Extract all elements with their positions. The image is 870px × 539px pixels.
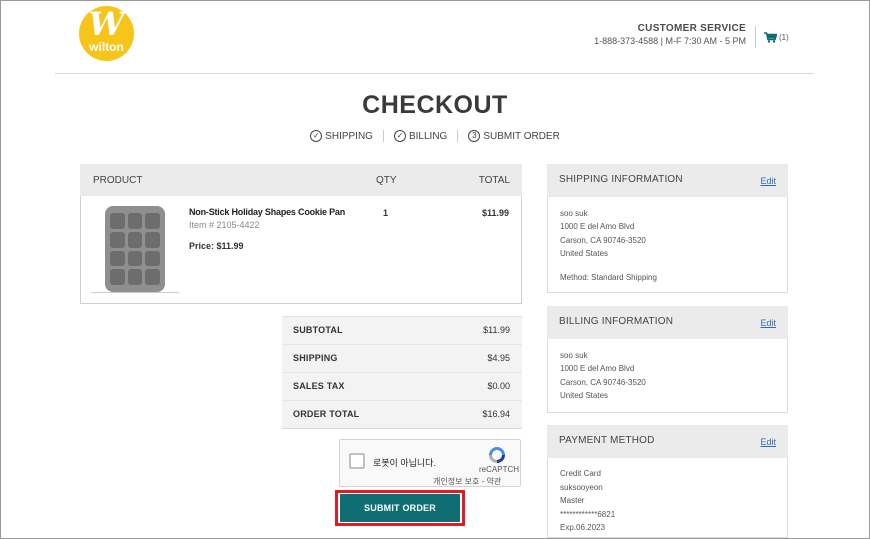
checkout-steps: ✓ SHIPPING ✓ BILLING 3 SUBMIT ORDER (0, 130, 870, 142)
product-table-header: PRODUCT QTY TOTAL (80, 164, 522, 196)
logo-letter: W (88, 6, 125, 43)
product-item-number: Item # 2105-4422 (189, 220, 260, 230)
summary-value: $4.95 (487, 353, 510, 363)
address-line: United States (560, 249, 609, 258)
customer-service-phone: 1-888-373-4588 | M-F 7:30 AM - 5 PM (594, 36, 746, 46)
shipping-edit-link[interactable]: Edit (760, 176, 776, 186)
payment-line: suksooyeon (560, 483, 603, 492)
summary-row-subtotal: SUBTOTAL $11.99 (282, 317, 522, 345)
payment-line: Master (560, 496, 585, 505)
cart-link[interactable]: (1) (764, 32, 789, 43)
address-line: Carson, CA 90746-3520 (560, 236, 646, 245)
recaptcha-checkbox[interactable] (349, 453, 365, 469)
summary-label: SUBTOTAL (293, 325, 343, 335)
shipping-info-title: SHIPPING INFORMATION (559, 174, 683, 185)
product-total: $11.99 (481, 208, 509, 218)
shipping-info-body: soo suk 1000 E del Amo Blvd Carson, CA 9… (547, 197, 788, 293)
product-row: Non-Stick Holiday Shapes Cookie Pan Item… (80, 196, 522, 304)
header-rule (55, 73, 814, 74)
payment-edit-link[interactable]: Edit (760, 437, 776, 447)
cart-icon (764, 32, 777, 43)
summary-value: $16.94 (482, 409, 510, 419)
address-line: soo suk (560, 351, 588, 360)
step-label: BILLING (408, 130, 448, 142)
recaptcha-icon (489, 447, 505, 463)
address-line: United States (560, 391, 609, 400)
address-line: 1000 E del Amo Blvd (560, 364, 635, 373)
product-name[interactable]: Non-Stick Holiday Shapes Cookie Pan (189, 207, 345, 217)
payment-line: ************6821 (560, 510, 616, 519)
check-circle-icon: ✓ (310, 130, 323, 142)
payment-method-header: PAYMENT METHOD Edit (547, 425, 788, 458)
step-shipping[interactable]: ✓ SHIPPING (300, 130, 383, 142)
summary-label: SALES TAX (293, 381, 345, 391)
summary-label: ORDER TOTAL (293, 409, 360, 419)
product-qty: 1 (383, 208, 389, 218)
shipping-method: Method: Standard Shipping (560, 273, 657, 282)
summary-value: $0.00 (487, 381, 510, 391)
page-title: CHECKOUT (362, 91, 508, 119)
shipping-info-header: SHIPPING INFORMATION Edit (547, 164, 788, 197)
order-summary: SUBTOTAL $11.99 SHIPPING $4.95 SALES TAX… (282, 316, 522, 429)
cart-count: (1) (779, 33, 789, 42)
billing-info-body: soo suk 1000 E del Amo Blvd Carson, CA 9… (547, 339, 788, 413)
image-underline (91, 292, 179, 293)
customer-service: CUSTOMER SERVICE 1-888-373-4588 | M-F 7:… (594, 23, 746, 47)
step-label: SUBMIT ORDER (483, 130, 560, 142)
step-number-icon: 3 (468, 130, 481, 142)
summary-row-sales-tax: SALES TAX $0.00 (282, 373, 522, 401)
recaptcha-widget: 로봇이 아닙니다. reCAPTCH 개인정보 보호 - 약관 (339, 439, 521, 487)
column-qty: QTY (376, 175, 397, 186)
summary-label: SHIPPING (293, 353, 338, 363)
step-billing[interactable]: ✓ BILLING (382, 130, 457, 142)
summary-value: $11.99 (483, 325, 510, 335)
payment-line: Credit Card (560, 469, 601, 478)
billing-edit-link[interactable]: Edit (760, 318, 776, 328)
product-price: Price: $11.99 (189, 241, 244, 251)
payment-method-body: Credit Card suksooyeon Master **********… (547, 458, 788, 538)
payment-line: Exp.06.2023 (560, 523, 605, 532)
recaptcha-privacy-link[interactable]: 개인정보 보호 - 약관 (433, 476, 501, 487)
step-label: SHIPPING (325, 130, 373, 142)
step-submit-order: 3 SUBMIT ORDER (457, 130, 570, 142)
recaptcha-label: 로봇이 아닙니다. (373, 458, 436, 468)
billing-info-header: BILLING INFORMATION Edit (547, 306, 788, 339)
column-product: PRODUCT (93, 175, 143, 186)
logo-text: wilton (89, 40, 124, 54)
summary-row-shipping: SHIPPING $4.95 (282, 345, 522, 373)
recaptcha-brand: reCAPTCH (479, 465, 520, 474)
product-image[interactable] (105, 206, 165, 292)
customer-service-title: CUSTOMER SERVICE (637, 23, 746, 34)
payment-method-title: PAYMENT METHOD (559, 435, 655, 446)
wilton-logo[interactable]: W wilton (79, 6, 134, 61)
check-circle-icon: ✓ (393, 130, 406, 142)
address-line: soo suk (560, 209, 588, 218)
summary-row-order-total: ORDER TOTAL $16.94 (282, 401, 522, 429)
address-line: Carson, CA 90746-3520 (560, 378, 646, 387)
submit-order-button[interactable]: SUBMIT ORDER (340, 494, 460, 522)
column-total: TOTAL (478, 175, 510, 186)
address-line: 1000 E del Amo Blvd (560, 222, 635, 231)
billing-info-title: BILLING INFORMATION (559, 316, 674, 327)
header-divider (755, 26, 756, 48)
